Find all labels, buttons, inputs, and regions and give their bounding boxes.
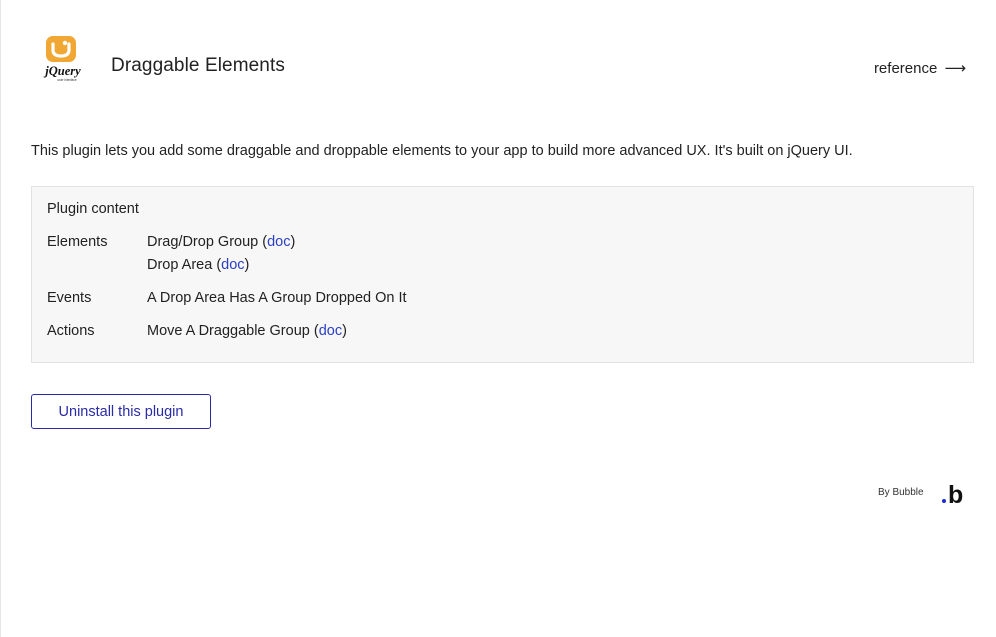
action-item: Move A Draggable Group (doc) [147,323,347,339]
actions-label: Actions [47,323,95,339]
uninstall-plugin-button[interactable]: Uninstall this plugin [31,394,211,429]
reference-link[interactable]: reference ⟶ [874,59,966,77]
page-title: Draggable Elements [111,55,285,76]
doc-link[interactable]: doc [267,234,290,250]
plugin-header: jQuery user interface Draggable Elements… [0,0,996,110]
plugin-content-panel: Plugin content Elements Drag/Drop Group … [31,186,974,363]
plugin-description: This plugin lets you add some draggable … [31,143,853,159]
right-arrow-icon: ⟶ [944,59,966,77]
jquery-ui-logo-icon: jQuery user interface [43,36,81,82]
svg-text:b: b [948,481,963,506]
event-item: A Drop Area Has A Group Dropped On It [147,290,407,306]
element-item: Drag/Drop Group (doc) [147,234,296,250]
events-label: Events [47,290,92,306]
svg-text:jQuery: jQuery [43,64,81,78]
svg-text:user interface: user interface [57,78,77,82]
plugin-content-title: Plugin content [47,201,139,217]
by-bubble-label: By Bubble [878,487,924,498]
reference-link-label: reference [873,60,938,77]
bubble-logo-icon: b [942,481,963,506]
element-item: Drop Area (doc) [147,257,250,273]
doc-link[interactable]: doc [319,323,342,339]
elements-label: Elements [47,234,108,250]
doc-link[interactable]: doc [221,257,244,273]
